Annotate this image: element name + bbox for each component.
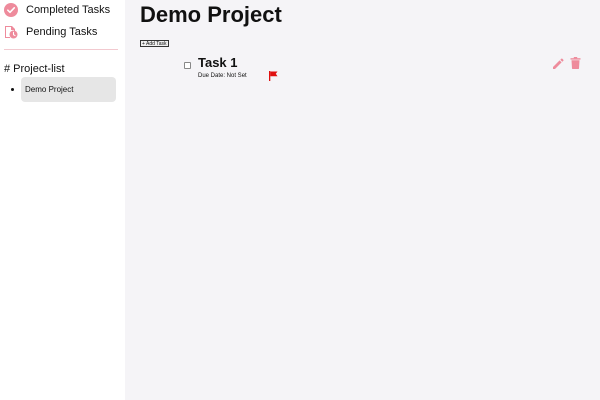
trash-icon[interactable] (570, 57, 581, 69)
page-title: Demo Project (140, 2, 282, 27)
flag-icon[interactable] (269, 71, 278, 81)
project-item-label: Demo Project (25, 85, 74, 94)
sidebar: Completed Tasks Pending Tasks # Project-… (0, 0, 125, 400)
edit-icon[interactable] (552, 58, 564, 70)
main-content: Demo Project + Add Task Task 1 Due Date:… (125, 0, 600, 400)
pending-clock-icon (4, 25, 18, 39)
sidebar-divider (4, 49, 118, 50)
project-item-demo[interactable]: Demo Project (11, 77, 116, 102)
task-title: Task 1 (198, 55, 238, 70)
task-checkbox[interactable] (184, 62, 191, 69)
add-task-button[interactable]: + Add Task (140, 40, 169, 47)
task-item: Task 1 Due Date: Not Set (180, 55, 600, 85)
nav-pending-label: Pending Tasks (26, 26, 98, 38)
project-list-heading: # Project-list (4, 63, 65, 75)
nav-completed-tasks[interactable]: Completed Tasks (4, 1, 110, 19)
list-bullet (11, 88, 14, 91)
check-circle-icon (4, 3, 18, 17)
nav-completed-label: Completed Tasks (26, 4, 111, 16)
nav-pending-tasks[interactable]: Pending Tasks (4, 23, 97, 41)
task-due-date: Due Date: Not Set (198, 73, 247, 79)
